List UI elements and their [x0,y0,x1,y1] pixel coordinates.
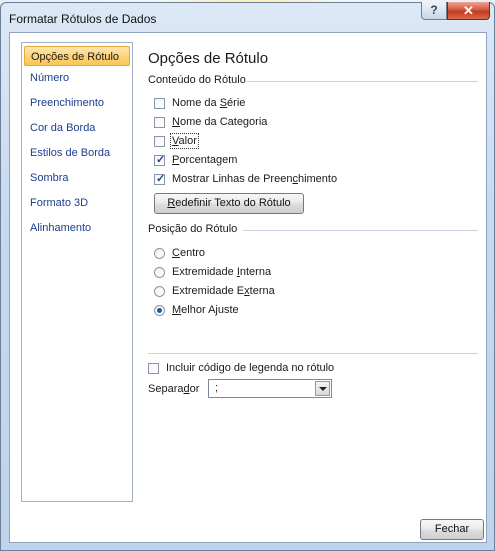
label-options-panel: Opções de Rótulo Conteúdo do Rótulo Nome… [132,33,488,513]
separator-dropdown[interactable]: ; [208,379,332,398]
close-button[interactable]: Fechar [420,519,484,540]
nav-item-3d-format[interactable]: Formato 3D [22,193,132,213]
best-fit-label: Melhor Ajuste [172,304,239,316]
help-icon: ? [430,3,438,17]
title-bar: Formatar Rótulos de Dados ? ✕ [1,2,494,31]
legend-key-label: Incluir código de legenda no rótulo [166,362,335,374]
section-divider [247,81,478,82]
section-divider [148,353,478,354]
category-nav: Opções de Rótulo Número Preenchimento Co… [21,42,133,502]
percentage-label: Porcentagem [172,154,238,166]
value-label: Valor [170,133,199,149]
series-name-label: Nome da Série [172,97,246,109]
nav-item-fill[interactable]: Preenchimento [22,93,132,113]
nav-item-alignment[interactable]: Alinhamento [22,218,132,238]
series-name-checkbox[interactable] [154,98,165,109]
best-fit-radio[interactable] [154,305,165,316]
legend-key-checkbox[interactable] [148,363,159,374]
dialog-body: Opções de Rótulo Número Preenchimento Co… [9,32,487,543]
nav-item-border-color[interactable]: Cor da Borda [22,118,132,138]
format-data-labels-dialog: Formatar Rótulos de Dados ? ✕ Opções de … [0,2,495,551]
outside-end-label: Extremidade Externa [172,285,275,297]
separator-value: ; [215,382,219,394]
leader-lines-label: Mostrar Linhas de Preenchimento [172,173,338,185]
close-icon: ✕ [463,3,474,18]
value-checkbox[interactable] [154,136,165,147]
close-window-button[interactable]: ✕ [447,2,490,20]
section-divider [243,230,478,231]
dialog-title: Formatar Rótulos de Dados [9,12,157,26]
category-name-label: Nome da Categoria [172,116,268,128]
nav-item-border-styles[interactable]: Estilos de Borda [22,143,132,163]
percentage-checkbox[interactable]: ✓ [154,154,166,166]
center-radio[interactable] [154,248,165,259]
leader-lines-checkbox[interactable]: ✓ [154,173,166,185]
outside-end-radio[interactable] [154,286,165,297]
category-name-checkbox[interactable] [154,117,165,128]
nav-item-label-options[interactable]: Opções de Rótulo [24,46,130,66]
radio-selected-dot [157,308,162,313]
inside-end-radio[interactable] [154,267,165,278]
panel-title: Opções de Rótulo [148,50,269,67]
inside-end-label: Extremidade Interna [172,266,272,278]
separator-label: Separador [148,383,200,395]
nav-item-shadow[interactable]: Sombra [22,168,132,188]
nav-item-number[interactable]: Número [22,68,132,88]
check-icon: ✓ [156,154,166,166]
check-icon: ✓ [156,173,166,185]
section-label-position: Posição do Rótulo [148,223,238,235]
reset-label-text-button[interactable]: Redefinir Texto do Rótulo [154,193,304,214]
center-label: Centro [172,247,206,259]
dropdown-arrow-icon[interactable] [315,381,330,396]
help-button[interactable]: ? [421,2,447,20]
section-label-content: Conteúdo do Rótulo [148,74,246,86]
